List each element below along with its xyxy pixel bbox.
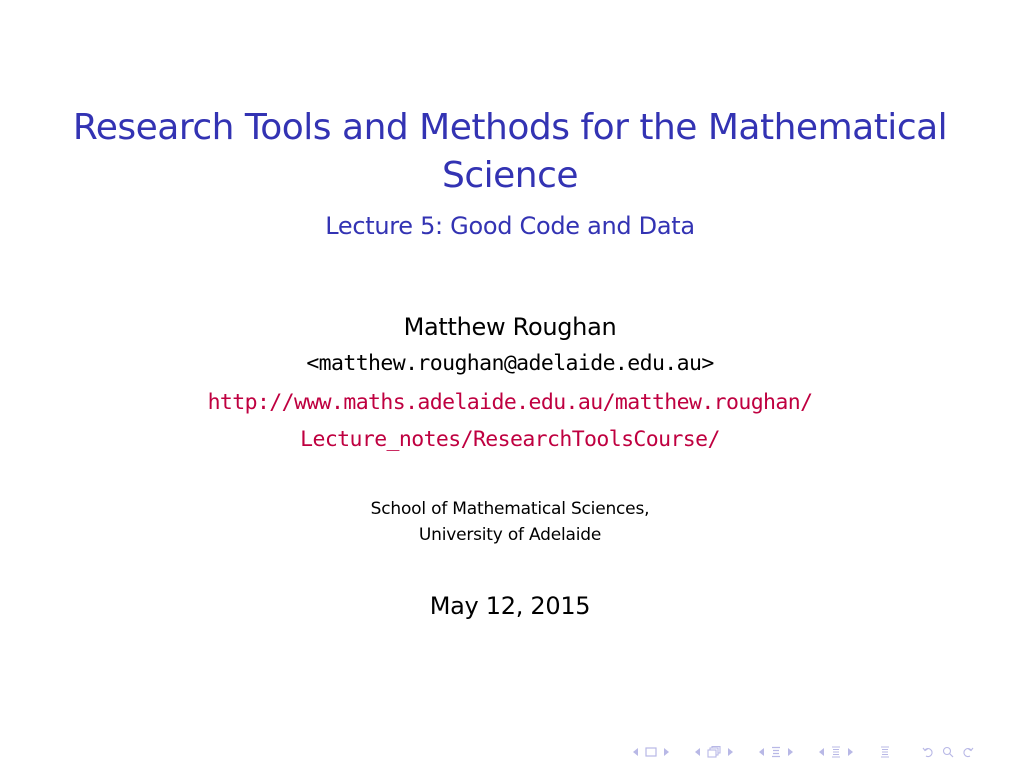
prev-subsection-list-arrow-icon[interactable] xyxy=(819,748,824,756)
section-nav xyxy=(756,746,796,758)
next-section-arrow-icon[interactable] xyxy=(788,748,793,756)
outline-nav xyxy=(876,746,894,758)
outline-icon[interactable] xyxy=(880,746,890,758)
course-url-line-2[interactable]: Lecture_notes/ResearchToolsCourse/ xyxy=(0,424,1020,456)
author-name: Matthew Roughan xyxy=(403,313,617,341)
frame-nav-icon[interactable] xyxy=(645,747,657,757)
next-frame-arrow-icon[interactable] xyxy=(664,748,669,756)
prev-subsection-arrow-icon[interactable] xyxy=(695,748,700,756)
subsection-nav xyxy=(692,746,736,758)
section-nav-icon[interactable] xyxy=(771,746,781,758)
next-subsection-list-arrow-icon[interactable] xyxy=(848,748,853,756)
institution-line-1: School of Mathematical Sciences, xyxy=(370,499,650,519)
prev-frame-arrow-icon[interactable] xyxy=(633,748,638,756)
institution-line-2: University of Adelaide xyxy=(418,525,602,545)
next-subsection-arrow-icon[interactable] xyxy=(728,748,733,756)
search-nav xyxy=(918,746,978,758)
subsection-nav-icon[interactable] xyxy=(707,746,721,758)
undo-icon[interactable] xyxy=(922,746,934,758)
redo-icon[interactable] xyxy=(962,746,974,758)
slide-subtitle: Lecture 5: Good Code and Data xyxy=(325,212,695,240)
author-email[interactable]: <matthew.roughan@adelaide.edu.au> xyxy=(0,348,1020,380)
search-icon[interactable] xyxy=(942,746,954,758)
subsection-list-icon[interactable] xyxy=(831,746,841,758)
beamer-navigation-bar xyxy=(630,745,978,759)
subsection-list-nav xyxy=(816,746,856,758)
slide-title-line-1: Research Tools and Methods for the Mathe… xyxy=(72,107,948,148)
prev-section-arrow-icon[interactable] xyxy=(759,748,764,756)
course-url-line-1[interactable]: http://www.maths.adelaide.edu.au/matthew… xyxy=(0,387,1020,419)
slide-date: May 12, 2015 xyxy=(429,592,591,620)
frame-nav xyxy=(630,747,672,757)
slide-title-line-2: Science xyxy=(441,155,579,196)
